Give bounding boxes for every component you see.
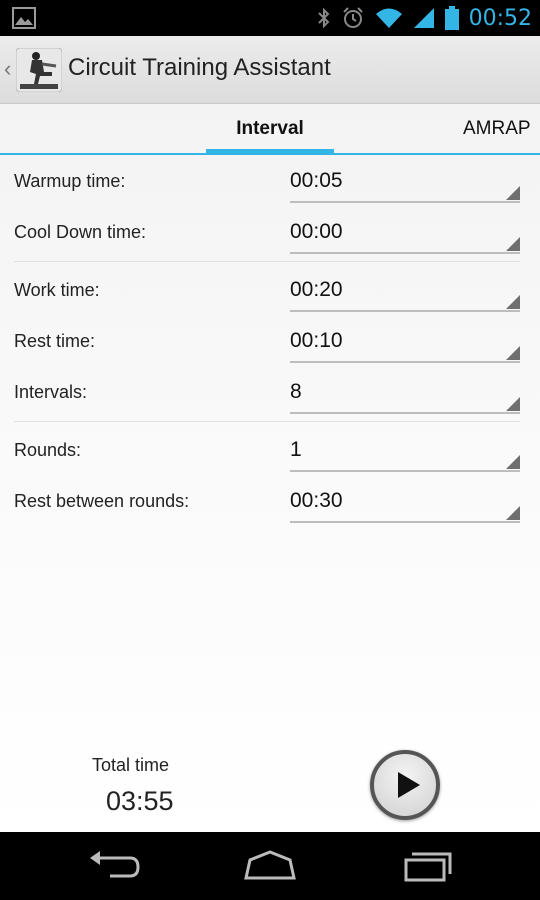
setting-label: Intervals: [14, 382, 88, 402]
wifi-icon [375, 8, 402, 28]
total-time-label: Total time [92, 755, 170, 775]
rest-time-spinner[interactable]: 00:10 [290, 321, 520, 363]
spinner-underline [290, 412, 520, 414]
rest-between-rounds-spinner[interactable]: 00:30 [290, 481, 520, 523]
play-icon [398, 772, 420, 798]
cooldown-time-spinner[interactable]: 00:00 [290, 212, 520, 254]
home-icon[interactable] [240, 848, 300, 884]
dropdown-arrow-icon [506, 506, 520, 520]
setting-row-cooldown: Cool Down time: 00:00 [0, 208, 540, 258]
tab-amrap[interactable]: AMRAP [463, 118, 531, 140]
up-navigation-icon[interactable]: ‹ [4, 56, 11, 82]
spinner-value: 00:00 [290, 220, 343, 243]
setting-row-warmup: Warmup time: 00:05 [0, 157, 540, 207]
bluetooth-icon [317, 7, 330, 29]
dropdown-arrow-icon [506, 346, 520, 360]
dropdown-arrow-icon [506, 186, 520, 200]
gallery-icon [12, 7, 36, 29]
spinner-value: 00:05 [290, 169, 343, 192]
app-icon[interactable] [16, 48, 62, 92]
dropdown-arrow-icon [506, 295, 520, 309]
app-title: Circuit Training Assistant [68, 54, 331, 81]
signal-icon [413, 8, 434, 28]
spinner-value: 8 [290, 380, 302, 403]
setting-row-work: Work time: 00:20 [0, 266, 540, 316]
setting-row-rest: Rest time: 00:10 [0, 317, 540, 367]
status-bar: 00:52 [0, 0, 540, 36]
spinner-value: 00:10 [290, 329, 343, 352]
main-content: Interval AMRAP Warmup time: 00:05 Cool D… [0, 104, 540, 832]
spinner-underline [290, 201, 520, 203]
section-divider [14, 421, 520, 422]
spinner-underline [290, 361, 520, 363]
status-time: 00:52 [468, 5, 532, 31]
setting-label: Warmup time: [14, 171, 126, 191]
total-time-value: 03:55 [106, 786, 174, 816]
warmup-time-spinner[interactable]: 00:05 [290, 161, 520, 203]
intervals-spinner[interactable]: 8 [290, 372, 520, 414]
setting-label: Rest time: [14, 331, 96, 351]
spinner-value: 00:30 [290, 489, 343, 512]
alarm-icon [342, 7, 363, 28]
recent-apps-icon[interactable] [398, 848, 458, 884]
setting-label: Work time: [14, 280, 100, 300]
spinner-underline [290, 470, 520, 472]
setting-row-intervals: Intervals: 8 [0, 368, 540, 418]
back-icon[interactable] [84, 848, 144, 884]
rounds-spinner[interactable]: 1 [290, 430, 520, 472]
setting-row-rounds: Rounds: 1 [0, 426, 540, 476]
tab-interval[interactable]: Interval [206, 118, 334, 140]
spinner-value: 00:20 [290, 278, 343, 301]
navigation-bar [0, 832, 540, 900]
spinner-underline [290, 310, 520, 312]
tab-indicator [206, 149, 334, 155]
play-button[interactable] [370, 750, 440, 820]
setting-label: Rest between rounds: [14, 491, 190, 511]
action-bar: ‹ Circuit Training Assistant [0, 36, 540, 104]
setting-label: Cool Down time: [14, 222, 147, 242]
work-time-spinner[interactable]: 00:20 [290, 270, 520, 312]
setting-label: Rounds: [14, 440, 82, 460]
setting-row-rest-between-rounds: Rest between rounds: 00:30 [0, 477, 540, 527]
spinner-underline [290, 521, 520, 523]
spinner-underline [290, 252, 520, 254]
spinner-value: 1 [290, 438, 302, 461]
battery-icon [444, 6, 459, 30]
dropdown-arrow-icon [506, 455, 520, 469]
dropdown-arrow-icon [506, 237, 520, 251]
tab-bar: Interval AMRAP [0, 104, 540, 155]
section-divider [14, 261, 520, 262]
dropdown-arrow-icon [506, 397, 520, 411]
